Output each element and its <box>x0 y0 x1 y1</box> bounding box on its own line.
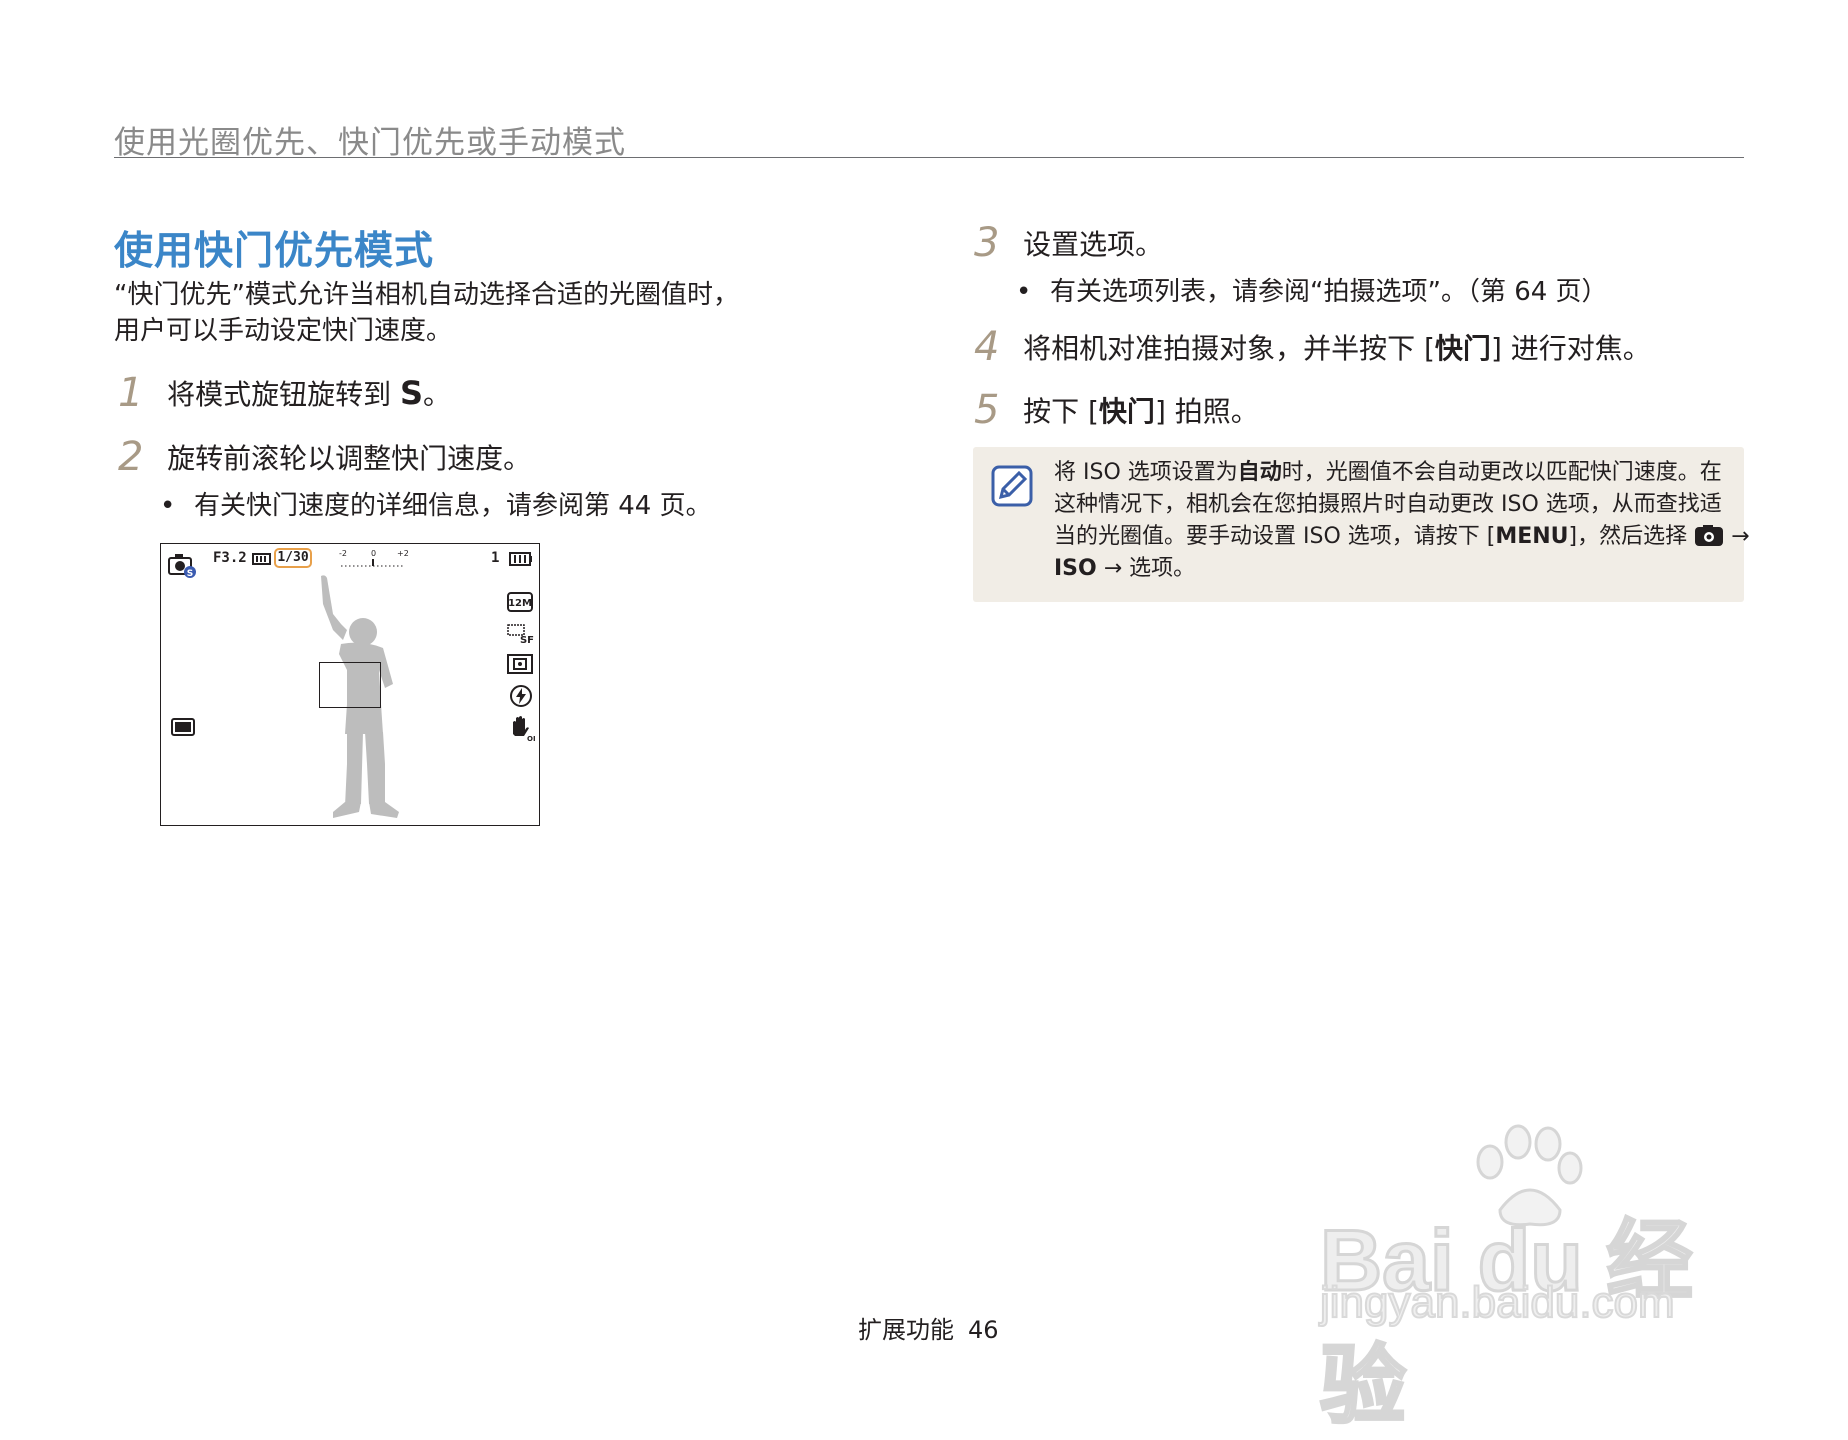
note-line: 这种情况下，相机会在您拍摄照片时自动更改 ISO 选项，从而查找适 <box>1054 492 1722 517</box>
svg-text:SF: SF <box>520 635 534 644</box>
step-text: 旋转前滚轮以调整快门速度。 <box>167 442 532 475</box>
shots-remaining: 1 <box>491 550 500 566</box>
intro-paragraph: “快门优先”模式允许当相机自动选择合适的光圈值时， 用户可以手动设定快门速度。 <box>114 277 834 349</box>
step-5: 5 按下 [快门] 拍照。 <box>974 387 1259 433</box>
bullet-options-info: • 有关选项列表，请参阅“拍摄选项”。（第 64 页） <box>1016 277 1608 307</box>
step-number: 4 <box>974 324 1000 370</box>
step-3: 3 设置选项。 <box>974 220 1163 266</box>
shutter-mode-icon: S <box>168 554 196 578</box>
exposure-scale: -2 0 +2 <box>339 549 409 567</box>
resolution-12m-icon: 12M <box>507 592 533 612</box>
step-text: 将模式旋钮旋转到 S。 <box>167 374 452 412</box>
step-number: 1 <box>118 370 144 416</box>
intro-line: “快门优先”模式允许当相机自动选择合适的光圈值时， <box>114 280 739 310</box>
step-2: 2 旋转前滚轮以调整快门速度。 <box>118 434 531 480</box>
step-number: 2 <box>118 434 144 480</box>
page-number: 46 <box>968 1316 999 1344</box>
step-text: 将相机对准拍摄对象，并半按下 [快门] 进行对焦。 <box>1023 332 1651 365</box>
footer-label: 扩展功能 <box>858 1316 954 1344</box>
shutter-speed-value: 1/30 <box>274 548 312 568</box>
af-frame <box>319 662 381 708</box>
battery-level-icon <box>252 553 271 565</box>
display-icon <box>171 718 195 736</box>
header-divider <box>114 157 1744 158</box>
page-footer: 扩展功能 46 <box>858 1310 999 1345</box>
step-4: 4 将相机对准拍摄对象，并半按下 [快门] 进行对焦。 <box>974 324 1651 370</box>
memory-icon <box>509 552 532 566</box>
svg-text:-2: -2 <box>339 549 347 558</box>
running-header: 使用光圈优先、快门优先或手动模式 <box>114 125 626 161</box>
camera-viewfinder: S F3.2 1/30 -2 0 +2 1 12M SF OI <box>160 543 540 826</box>
note-line: ISO → 选项。 <box>1054 556 1196 581</box>
bullet-shutter-info: • 有关快门速度的详细信息，请参阅第 44 页。 <box>160 491 712 521</box>
step-number: 5 <box>974 387 1000 433</box>
step-text: 设置选项。 <box>1023 228 1164 261</box>
note-line: 当的光圈值。要手动设置 ISO 选项，请按下 [MENU]，然后选择 → <box>1054 524 1750 549</box>
metering-icon <box>507 654 533 674</box>
note-pencil-icon <box>991 465 1033 507</box>
camera-icon <box>1695 525 1724 546</box>
note-box: 将 ISO 选项设置为自动时，光圈值不会自动更改以匹配快门速度。在 这种情况下，… <box>973 447 1750 602</box>
svg-text:OIS: OIS <box>527 735 535 742</box>
flash-icon <box>510 685 532 707</box>
svg-text:12M: 12M <box>508 598 532 609</box>
svg-text:0: 0 <box>371 549 376 558</box>
step-1: 1 将模式旋钮旋转到 S。 <box>118 370 451 416</box>
baidu-watermark: Bai du 经验 jingyan.baidu.com <box>1310 1120 1760 1436</box>
step-text: 按下 [快门] 拍照。 <box>1023 395 1259 428</box>
note-line: 将 ISO 选项设置为自动时，光圈值不会自动更改以匹配快门速度。在 <box>1054 460 1722 485</box>
note-text: 将 ISO 选项设置为自动时，光圈值不会自动更改以匹配快门速度。在 这种情况下，… <box>1054 457 1750 585</box>
intro-line: 用户可以手动设定快门速度。 <box>114 316 453 346</box>
step-number: 3 <box>974 220 1000 266</box>
ois-icon: OIS <box>513 716 535 742</box>
sf-quality-icon: SF <box>507 624 534 644</box>
svg-text:S: S <box>187 569 193 578</box>
section-title: 使用快门优先模式 <box>114 229 435 274</box>
aperture-value: F3.2 <box>213 550 247 566</box>
watermark-url: jingyan.baidu.com <box>1319 1277 1676 1328</box>
svg-text:+2: +2 <box>397 549 409 558</box>
